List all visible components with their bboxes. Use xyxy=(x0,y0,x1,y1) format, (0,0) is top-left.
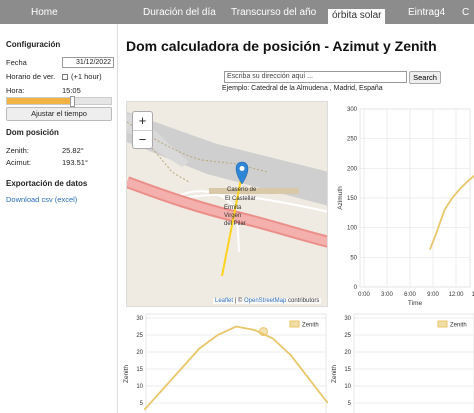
sidebar: Configuración Fecha 31/12/2022 Horario d… xyxy=(0,24,118,413)
page-title: Dom calculadora de posición - Azimut y Z… xyxy=(126,38,437,54)
zenith-plot-area xyxy=(353,313,474,413)
azimuth-xtick: 0:00 xyxy=(358,292,370,298)
map-zoom-control: + − xyxy=(132,111,153,149)
map-canvas: Caserío de El Castellar Ermita Virgen de… xyxy=(127,102,327,306)
zenith-ytick: 20 xyxy=(136,350,143,356)
zenith-ytick: 15 xyxy=(136,367,143,373)
attrib-sep: | © xyxy=(233,298,244,304)
attrib-rest: contributors xyxy=(286,298,320,304)
tab-orbita[interactable]: órbita solar xyxy=(328,9,386,24)
azimuth-ytick: 150 xyxy=(347,196,358,202)
map-label-2: Ermita xyxy=(224,205,242,211)
zenith-ytick: 15 xyxy=(344,367,351,373)
azimuth-chart: 3002502001501005000:00 3:00 6:00 9:00 12:00 1… xyxy=(337,107,474,307)
zenith-ylabel: Zenith xyxy=(123,365,130,383)
address-search-input[interactable]: Escriba su dirección aquí ... xyxy=(224,71,407,83)
map-label-1: El Castellar xyxy=(225,196,256,202)
zenith-ytick: 5 xyxy=(348,401,352,407)
search-example: Ejemplo: Catedral de la Almudena , Madri… xyxy=(222,85,383,92)
date-input[interactable]: 31/12/2022 xyxy=(62,57,114,68)
adjust-time-button[interactable]: Ajustar el tiempo xyxy=(6,107,112,121)
zenith-ylabel: Zenith xyxy=(331,365,338,383)
map-label-4: del Pilar xyxy=(224,221,246,227)
azimuth-xlabel: Time xyxy=(408,300,423,307)
osm-link[interactable]: OpenStreetMap xyxy=(244,298,286,304)
zenith-ytick: 20 xyxy=(344,350,351,356)
zenith-value: 25.82° xyxy=(62,146,84,155)
tab-eintrag4[interactable]: Eintrag4 xyxy=(408,0,445,24)
map-attribution: Leaflet | © OpenStreetMap contributors xyxy=(213,298,322,304)
azimuth-xtick: 6:00 xyxy=(404,292,416,298)
zenith-ytick: 10 xyxy=(136,384,143,390)
position-title: Dom posición xyxy=(6,128,59,137)
azimuth-ylabel: Azimuth xyxy=(337,186,344,210)
export-title: Exportación de datos xyxy=(6,179,88,188)
tab-bar: Home Duración del día Transcurso del año… xyxy=(0,0,474,24)
summer-time-checkbox[interactable] xyxy=(62,74,68,80)
zenith-legend: Zenith xyxy=(437,320,467,329)
zenith-ytick: 25 xyxy=(136,333,143,339)
azimuth-ytick: 300 xyxy=(347,107,358,113)
zoom-out-button[interactable]: − xyxy=(133,131,152,150)
azimuth-ytick: 250 xyxy=(347,137,358,143)
time-label: Hora: xyxy=(6,86,25,95)
summer-time-hint-text: (+1 hour) xyxy=(71,72,102,81)
date-label: Fecha xyxy=(6,58,27,67)
time-slider[interactable] xyxy=(6,96,112,107)
search-button[interactable]: Search xyxy=(409,71,441,84)
time-value: 15:05 xyxy=(62,86,81,95)
zenith-label: Zenith: xyxy=(6,146,29,155)
summer-time-hint: (+1 hour) xyxy=(62,72,102,81)
azimuth-label: Acimut: xyxy=(6,158,32,167)
zenith-ytick: 10 xyxy=(344,384,351,390)
zenith-legend-swatch xyxy=(437,320,448,328)
tab-home[interactable]: Home xyxy=(31,0,58,24)
map-label-0: Caserío de xyxy=(227,187,257,193)
zenith-legend-label: Zenith xyxy=(302,323,319,329)
zenith-ytick: 5 xyxy=(140,401,144,407)
azimuth-value: 193.51° xyxy=(62,158,88,167)
tab-transcurso[interactable]: Transcurso del año xyxy=(231,0,316,24)
zenith-ytick: 25 xyxy=(344,333,351,339)
zenith-legend: Zenith xyxy=(289,320,319,329)
zenith-ytick: 30 xyxy=(344,316,351,322)
zenith-plot-area xyxy=(145,313,327,413)
time-slider-fill xyxy=(7,98,73,104)
zenith-legend-swatch xyxy=(289,320,300,328)
zenith-legend-label: Zenith xyxy=(450,323,467,329)
map[interactable]: Caserío de El Castellar Ermita Virgen de… xyxy=(126,101,328,307)
azimuth-ytick: 200 xyxy=(347,166,358,172)
map-label-3: Virgen xyxy=(224,213,241,219)
leaflet-link[interactable]: Leaflet xyxy=(215,298,233,304)
summer-time-label: Horario de ver. xyxy=(6,72,56,81)
zoom-in-button[interactable]: + xyxy=(133,112,152,131)
azimuth-xtick: 3:00 xyxy=(381,292,393,298)
tab-c[interactable]: C xyxy=(462,0,469,24)
zenith-ytick: 30 xyxy=(136,316,143,322)
zenith-current-point xyxy=(259,327,268,337)
azimuth-ytick: 100 xyxy=(347,226,358,232)
zenith-chart-2: 30 25 20 15 10 5 Zenith Zenith xyxy=(331,313,474,413)
azimuth-xtick: 12:00 xyxy=(448,292,464,298)
azimuth-xtick: 9:00 xyxy=(427,292,439,298)
zenith-chart: 30 25 20 15 10 5 Zenith Zenith xyxy=(123,313,329,413)
azimuth-ytick: 0 xyxy=(354,285,358,291)
azimuth-ytick: 50 xyxy=(350,255,357,261)
download-csv-link[interactable]: Download csv (excel) xyxy=(6,195,77,204)
config-title: Configuración xyxy=(6,40,61,49)
time-slider-handle[interactable] xyxy=(69,96,75,107)
tab-duracion[interactable]: Duración del día xyxy=(143,0,216,24)
